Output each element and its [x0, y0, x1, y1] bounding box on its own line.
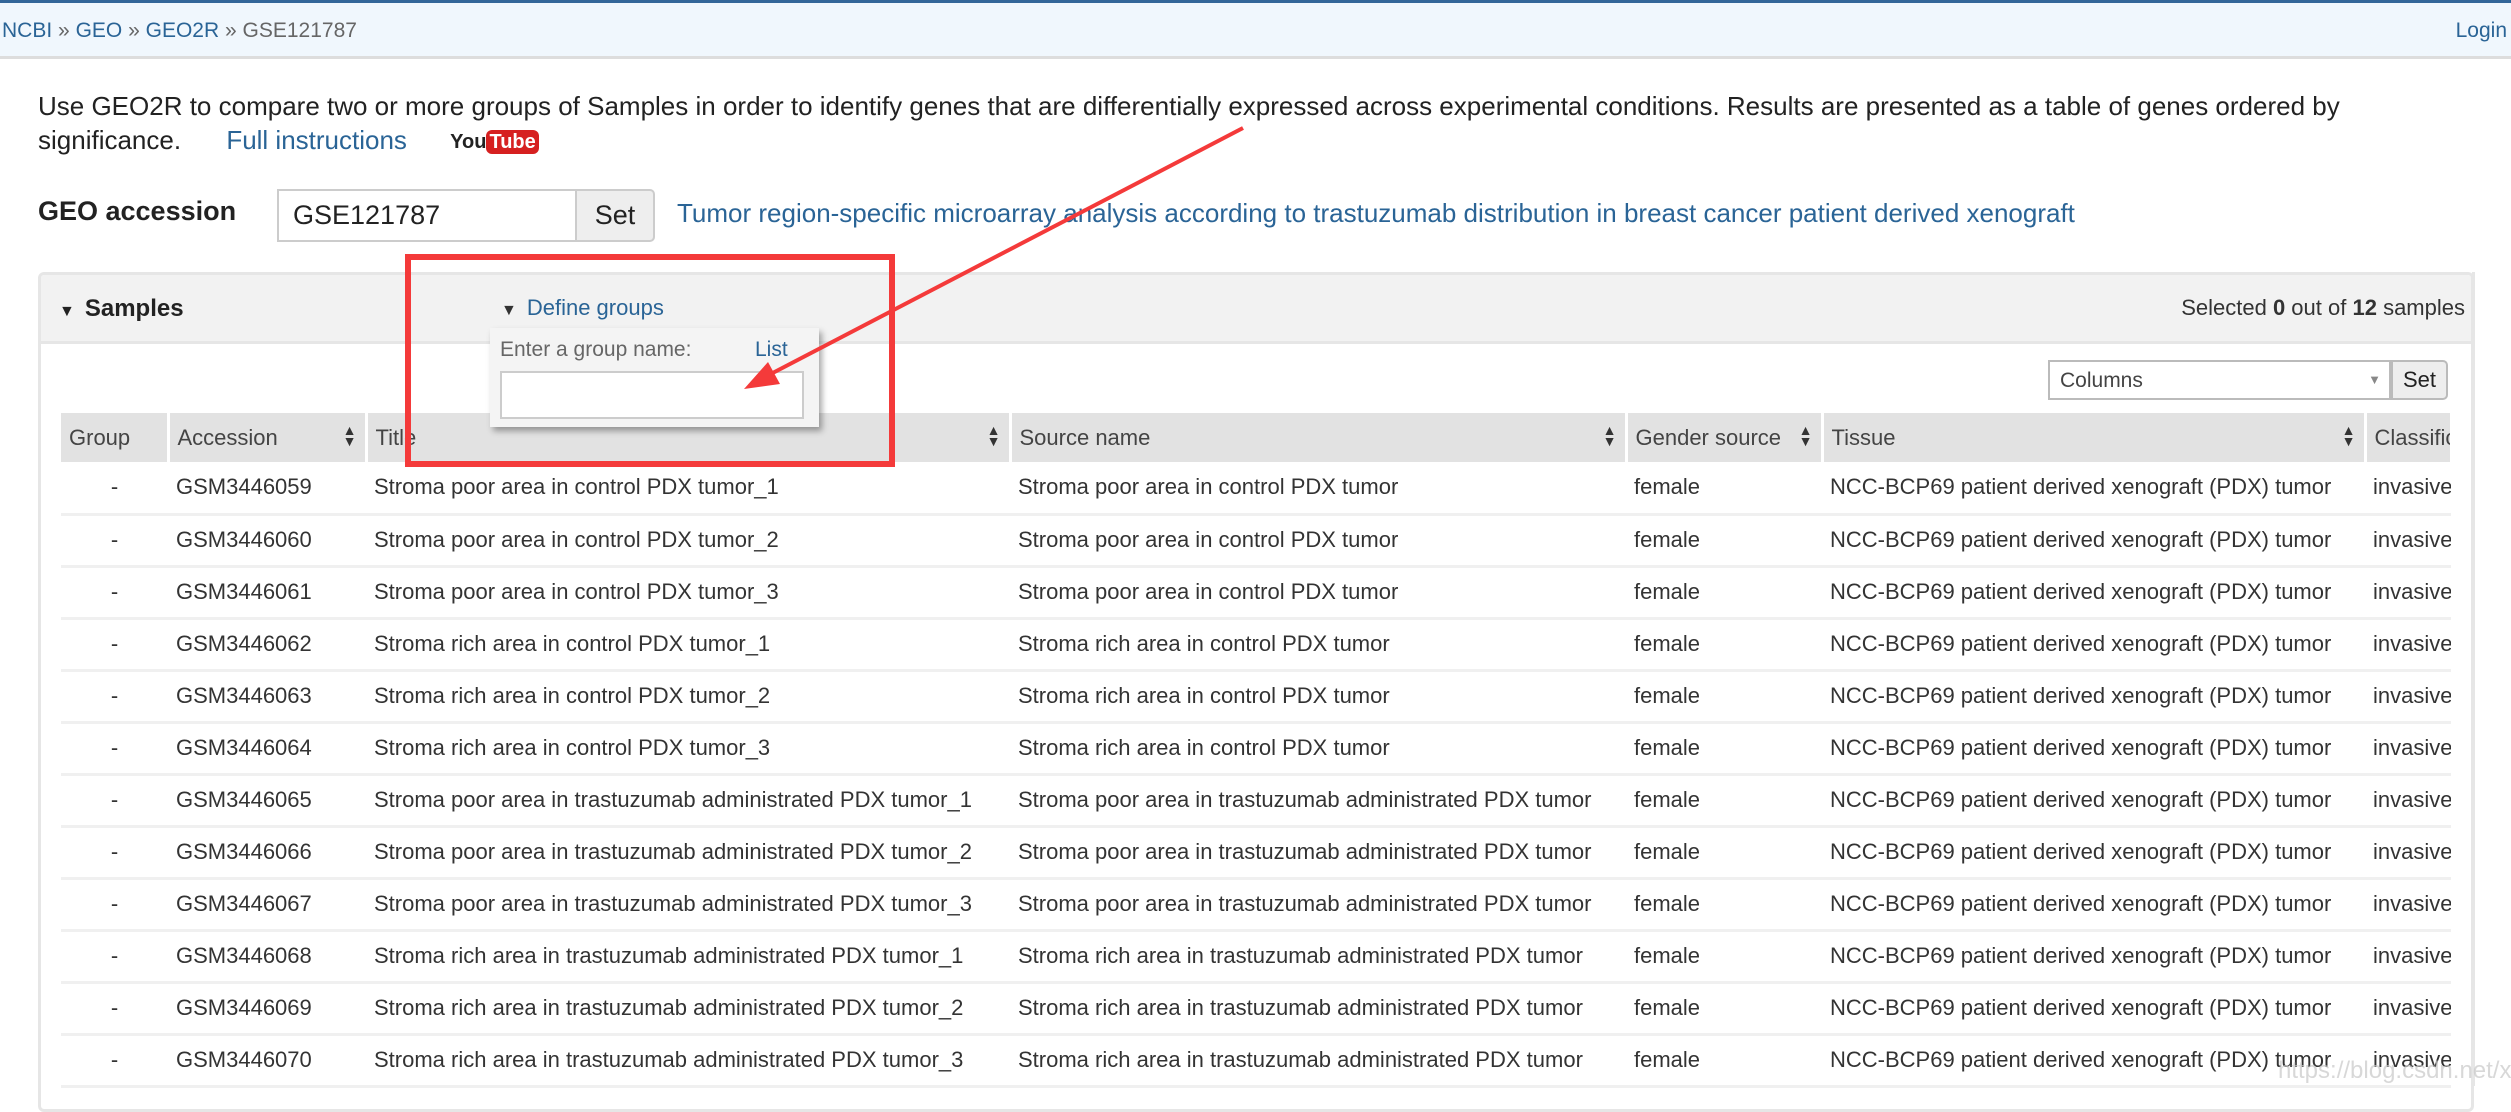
annotation-arrow	[744, 126, 1244, 389]
watermark: https://blog.csdn.net/xiaobai1_1	[2278, 1057, 2511, 1084]
arrow-shaft	[764, 126, 1244, 379]
arrow-head	[744, 362, 780, 389]
